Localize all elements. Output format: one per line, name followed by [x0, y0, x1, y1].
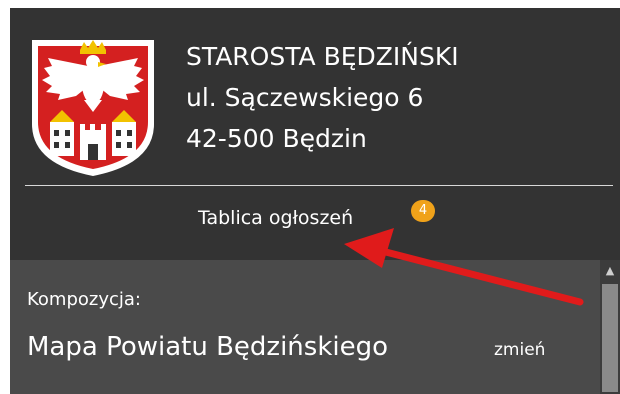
- scrollbar-thumb[interactable]: [602, 284, 618, 392]
- chevron-up-icon[interactable]: ▲: [602, 264, 618, 278]
- office-name: STAROSTA BĘDZIŃSKI: [186, 42, 459, 71]
- header: STAROSTA BĘDZIŃSKI ul. Sączewskiego 6 42…: [10, 8, 620, 186]
- notice-count-badge: 4: [411, 200, 435, 222]
- composition-name: Mapa Powiatu Będzińskiego: [27, 332, 389, 362]
- change-composition-link[interactable]: zmień: [494, 338, 545, 362]
- coat-of-arms-icon: [28, 36, 158, 178]
- office-city: 42-500 Będzin: [186, 124, 367, 153]
- office-street: ul. Sączewskiego 6: [186, 83, 424, 112]
- office-address: STAROSTA BĘDZIŃSKI ul. Sączewskiego 6 42…: [186, 36, 459, 159]
- notice-board-link[interactable]: Tablica ogłoszeń: [198, 205, 353, 231]
- composition-label: Kompozycja:: [27, 289, 141, 310]
- sidebar-panel: STAROSTA BĘDZIŃSKI ul. Sączewskiego 6 42…: [10, 8, 620, 394]
- header-divider: [25, 185, 613, 186]
- scrollbar[interactable]: ▲: [600, 260, 620, 394]
- composition-section: Kompozycja: Mapa Powiatu Będzińskiego zm…: [10, 260, 600, 394]
